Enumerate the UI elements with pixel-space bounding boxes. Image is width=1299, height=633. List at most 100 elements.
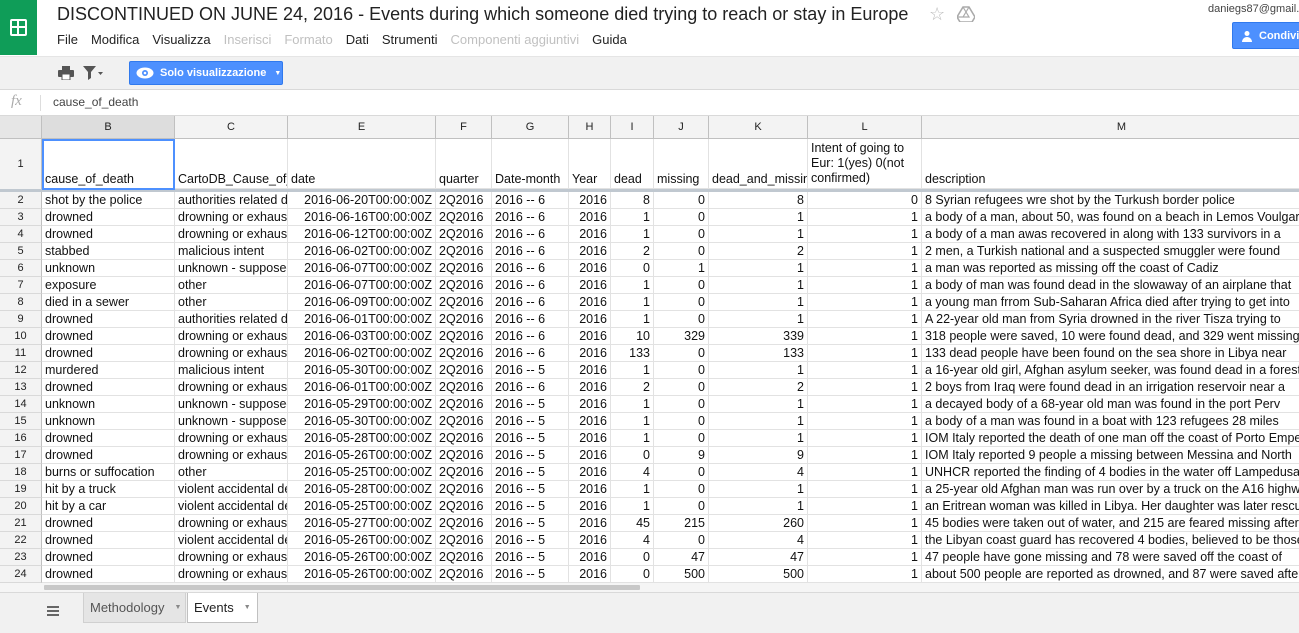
table-cell[interactable]: 500 — [709, 566, 808, 583]
menu-item-modifica[interactable]: Modifica — [91, 32, 139, 47]
table-cell[interactable]: 2Q2016 — [436, 192, 492, 209]
table-cell[interactable]: 2016 -- 6 — [492, 260, 569, 277]
table-cell[interactable]: 47 — [709, 549, 808, 566]
table-cell[interactable]: hit by a truck — [42, 481, 175, 498]
table-cell[interactable]: 500 — [654, 566, 709, 583]
table-cell[interactable]: violent accidental death — [175, 532, 288, 549]
table-cell[interactable]: 2016 -- 5 — [492, 396, 569, 413]
table-cell[interactable]: 2016-06-09T00:00:00Z — [288, 294, 436, 311]
table-cell[interactable]: 2016 -- 6 — [492, 243, 569, 260]
table-cell[interactable]: 2016 — [569, 243, 611, 260]
column-header-f[interactable]: F — [436, 116, 492, 138]
table-cell[interactable]: 133 — [709, 345, 808, 362]
table-cell[interactable]: 2016 -- 5 — [492, 481, 569, 498]
table-cell[interactable]: 2 — [611, 243, 654, 260]
table-cell[interactable]: 1 — [808, 379, 922, 396]
table-cell[interactable]: other — [175, 464, 288, 481]
table-cell[interactable]: 2016-05-30T00:00:00Z — [288, 362, 436, 379]
table-cell[interactable]: 1 — [709, 396, 808, 413]
table-cell[interactable]: 2Q2016 — [436, 226, 492, 243]
table-cell[interactable]: 2016-06-20T00:00:00Z — [288, 192, 436, 209]
print-icon[interactable] — [58, 66, 74, 80]
table-cell[interactable]: 2Q2016 — [436, 294, 492, 311]
table-cell[interactable]: 133 dead people have been found on the s… — [922, 345, 1299, 362]
table-cell[interactable]: 2016 — [569, 294, 611, 311]
table-cell[interactable]: 0 — [654, 379, 709, 396]
table-cell[interactable]: 2016-06-02T00:00:00Z — [288, 243, 436, 260]
table-cell[interactable]: 0 — [654, 396, 709, 413]
table-cell[interactable]: 4 — [709, 464, 808, 481]
table-cell[interactable]: 2016 -- 6 — [492, 345, 569, 362]
table-cell[interactable]: 0 — [654, 243, 709, 260]
sheet-tab-events[interactable]: Events ▼ — [187, 593, 258, 623]
table-cell[interactable]: a 25-year old Afghan man was run over by… — [922, 481, 1299, 498]
table-cell[interactable]: malicious intent — [175, 362, 288, 379]
table-cell[interactable]: 2Q2016 — [436, 396, 492, 413]
table-cell[interactable]: 133 — [611, 345, 654, 362]
table-cell[interactable]: 4 — [611, 532, 654, 549]
header-cell[interactable]: dead_and_missing — [709, 139, 808, 189]
table-cell[interactable]: 1 — [808, 396, 922, 413]
table-cell[interactable]: 1 — [808, 294, 922, 311]
table-cell[interactable]: 2016 — [569, 311, 611, 328]
row-header[interactable]: 16 — [0, 430, 42, 447]
table-cell[interactable]: 1 — [611, 498, 654, 515]
table-cell[interactable]: 2016 — [569, 396, 611, 413]
table-cell[interactable]: drowned — [42, 226, 175, 243]
table-cell[interactable]: 1 — [808, 481, 922, 498]
table-cell[interactable]: 2016 -- 6 — [492, 209, 569, 226]
table-cell[interactable]: drowned — [42, 328, 175, 345]
table-cell[interactable]: 1 — [808, 277, 922, 294]
table-cell[interactable]: 0 — [611, 566, 654, 583]
table-cell[interactable]: 1 — [808, 549, 922, 566]
table-cell[interactable]: 1 — [709, 209, 808, 226]
sheets-logo-icon[interactable] — [0, 0, 37, 55]
table-cell[interactable]: 1 — [808, 464, 922, 481]
table-cell[interactable]: drowning or exhaustion related death — [175, 226, 288, 243]
table-cell[interactable]: 2016 -- 6 — [492, 328, 569, 345]
table-cell[interactable]: 0 — [654, 345, 709, 362]
table-cell[interactable]: a body of man was found dead in the slow… — [922, 277, 1299, 294]
sheet-tab-methodology[interactable]: Methodology ▼ — [83, 593, 186, 623]
column-header-k[interactable]: K — [709, 116, 808, 138]
table-cell[interactable]: 2 — [709, 243, 808, 260]
table-cell[interactable]: 318 people were saved, 10 were found dea… — [922, 328, 1299, 345]
table-cell[interactable]: 45 bodies were taken out of water, and 2… — [922, 515, 1299, 532]
header-cell[interactable]: date — [288, 139, 436, 189]
all-sheets-menu-icon[interactable] — [47, 606, 59, 616]
table-cell[interactable]: 2Q2016 — [436, 362, 492, 379]
table-cell[interactable]: drowning or exhaustion related death — [175, 447, 288, 464]
table-cell[interactable]: 2Q2016 — [436, 209, 492, 226]
row-header[interactable]: 22 — [0, 532, 42, 549]
table-cell[interactable]: shot by the police — [42, 192, 175, 209]
table-cell[interactable]: 2Q2016 — [436, 532, 492, 549]
table-cell[interactable]: the Libyan coast guard has recovered 4 b… — [922, 532, 1299, 549]
table-cell[interactable]: a decayed body of a 68-year old man was … — [922, 396, 1299, 413]
row-header[interactable]: 2 — [0, 192, 42, 209]
table-cell[interactable]: IOM Italy reported the death of one man … — [922, 430, 1299, 447]
table-cell[interactable]: 1 — [709, 226, 808, 243]
row-header[interactable]: 24 — [0, 566, 42, 583]
table-cell[interactable]: exposure — [42, 277, 175, 294]
row-header[interactable]: 14 — [0, 396, 42, 413]
table-cell[interactable]: drowned — [42, 311, 175, 328]
table-cell[interactable]: 0 — [654, 430, 709, 447]
table-cell[interactable]: drowned — [42, 379, 175, 396]
table-cell[interactable]: 2016 -- 6 — [492, 379, 569, 396]
table-cell[interactable]: 2Q2016 — [436, 243, 492, 260]
table-cell[interactable]: UNHCR reported the finding of 4 bodies i… — [922, 464, 1299, 481]
table-cell[interactable]: 2016 -- 5 — [492, 464, 569, 481]
table-cell[interactable]: 2Q2016 — [436, 515, 492, 532]
user-email[interactable]: daniegs87@gmail. — [1208, 3, 1299, 15]
table-cell[interactable]: 2016-06-01T00:00:00Z — [288, 311, 436, 328]
table-cell[interactable]: 2016 — [569, 328, 611, 345]
table-cell[interactable]: 2016 — [569, 498, 611, 515]
view-only-button[interactable]: Solo visualizzazione ▼ — [129, 61, 283, 85]
table-cell[interactable]: 2016-05-26T00:00:00Z — [288, 532, 436, 549]
table-cell[interactable]: IOM Italy reported 9 people a missing be… — [922, 447, 1299, 464]
table-cell[interactable]: a body of a man was found in a boat with… — [922, 413, 1299, 430]
table-cell[interactable]: 1 — [808, 447, 922, 464]
table-cell[interactable]: 0 — [654, 362, 709, 379]
table-cell[interactable]: 2016 -- 6 — [492, 311, 569, 328]
table-cell[interactable]: 2016 -- 5 — [492, 430, 569, 447]
